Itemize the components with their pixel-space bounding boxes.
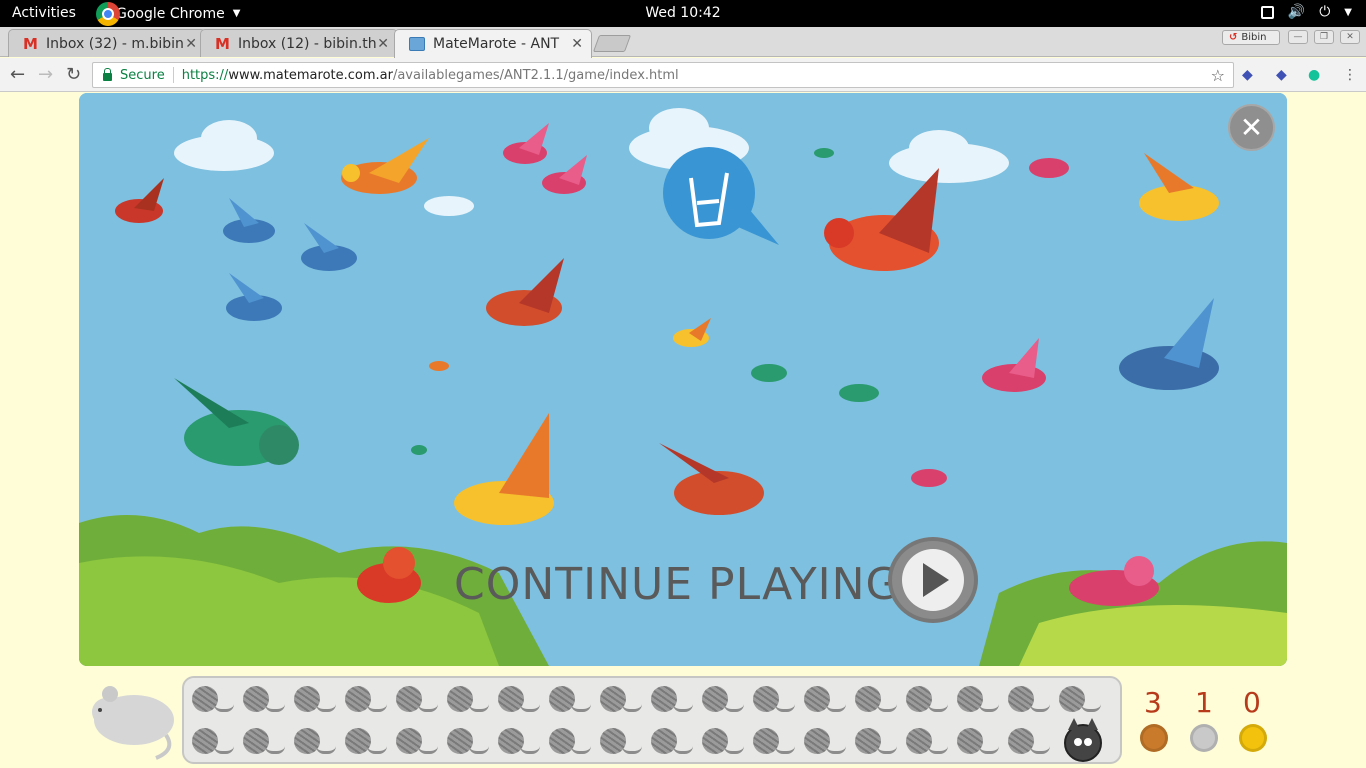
yarn-ball-icon — [345, 686, 387, 716]
yarn-ball-icon — [549, 728, 591, 758]
yarn-ball-icon — [804, 686, 846, 716]
cat-icon — [1064, 718, 1102, 762]
profile-button[interactable]: ↺ Bibin — [1222, 30, 1280, 45]
score-bronze: 3 — [1144, 686, 1162, 719]
play-button[interactable] — [888, 537, 978, 623]
yarn-ball-icon — [549, 686, 591, 716]
yarn-ball-icon — [957, 686, 999, 716]
yarn-ball-icon — [753, 686, 795, 716]
gmail-icon: M — [23, 34, 38, 53]
url-scheme: https:// — [181, 67, 229, 83]
yarn-ball-icon — [651, 728, 693, 758]
new-tab-button[interactable] — [592, 35, 632, 52]
yarn-row-1 — [192, 686, 1101, 716]
back-arrow-icon[interactable]: ← — [10, 64, 25, 85]
minimize-button[interactable]: — — [1288, 30, 1308, 44]
yarn-ball-icon — [396, 686, 438, 716]
yarn-ball-icon — [192, 686, 234, 716]
yarn-ball-icon — [855, 686, 897, 716]
forward-arrow-icon[interactable]: → — [38, 64, 53, 85]
secure-label: Secure — [120, 67, 165, 83]
bookmark-star-icon[interactable]: ☆ — [1211, 66, 1225, 85]
power-icon: ⏻ — [1319, 4, 1331, 20]
close-icon[interactable]: ✕ — [185, 36, 197, 52]
url-path: /availablegames/ANT2.1.1/game/index.html — [392, 67, 679, 83]
score-gold: 0 — [1243, 686, 1261, 719]
yarn-ball-icon — [447, 686, 489, 716]
close-icon: ✕ — [1239, 111, 1264, 144]
game-canvas[interactable]: ✕ CONTINUE PLAYING — [79, 93, 1287, 666]
clock[interactable]: Wed 10:42 — [0, 5, 1366, 21]
yarn-progress-track — [182, 676, 1122, 764]
tab-title: MateMarote - ANT — [433, 36, 560, 52]
yarn-ball-icon — [600, 686, 642, 716]
yarn-ball-icon — [906, 728, 948, 758]
yarn-ball-icon — [702, 686, 744, 716]
tab-inbox-2[interactable]: M Inbox (12) - bibin.th ✕ — [200, 29, 398, 57]
yarn-ball-icon — [294, 728, 336, 758]
profile-name: Bibin — [1241, 32, 1267, 43]
divider — [172, 67, 174, 83]
yarn-ball-icon — [243, 686, 285, 716]
play-icon — [902, 549, 964, 611]
close-game-button[interactable]: ✕ — [1228, 104, 1275, 151]
yarn-ball-icon — [600, 728, 642, 758]
menu-kebab-icon[interactable]: ⋮ — [1343, 67, 1357, 83]
system-tray[interactable]: 🔊 ⏻ ▼ — [1260, 4, 1352, 20]
silver-medal-icon — [1190, 724, 1218, 752]
gnome-top-bar: Activities Google Chrome ▼ Wed 10:42 🔊 ⏻… — [0, 0, 1366, 27]
tab-strip: M Inbox (32) - m.bibin ✕ M Inbox (12) - … — [0, 27, 1366, 58]
yarn-ball-icon — [753, 728, 795, 758]
tab-matemarote[interactable]: MateMarote - ANT ✕ — [394, 29, 592, 58]
yarn-ball-icon — [804, 728, 846, 758]
bronze-medal-icon — [1140, 724, 1168, 752]
cat-eye — [1074, 738, 1082, 746]
tab-title: Inbox (12) - bibin.th — [237, 35, 377, 52]
url-host: www.matemarote.com.ar — [228, 67, 393, 83]
yarn-ball-icon — [855, 728, 897, 758]
address-bar[interactable]: Secure https:// www.matemarote.com.ar /a… — [92, 62, 1234, 88]
yarn-ball-icon — [345, 728, 387, 758]
yarn-ball-icon — [906, 686, 948, 716]
window-close-button[interactable]: ✕ — [1340, 30, 1360, 44]
yarn-row-2 — [192, 728, 1050, 758]
yarn-ball-icon — [447, 728, 489, 758]
yarn-ball-icon — [1059, 686, 1101, 716]
yarn-ball-icon — [498, 728, 540, 758]
progress-area: 3 1 0 — [0, 668, 1366, 768]
gmail-icon: M — [215, 34, 230, 53]
yarn-ball-icon — [396, 728, 438, 758]
extension-mask-icon[interactable]: ◆ — [1242, 67, 1253, 83]
close-icon[interactable]: ✕ — [377, 36, 389, 52]
continue-playing-label[interactable]: CONTINUE PLAYING — [454, 559, 901, 610]
yarn-ball-icon — [243, 728, 285, 758]
matemarote-icon — [409, 37, 425, 51]
lock-icon — [103, 68, 112, 81]
tab-title: Inbox (32) - m.bibin — [45, 35, 184, 52]
yarn-ball-icon — [702, 728, 744, 758]
gold-medal-icon — [1239, 724, 1267, 752]
yarn-ball-icon — [498, 686, 540, 716]
tray-caret-icon: ▼ — [1344, 6, 1352, 18]
profile-icon: ↺ — [1229, 32, 1238, 43]
cat-eye — [1084, 738, 1092, 746]
grammarly-icon[interactable]: ● — [1308, 67, 1320, 83]
score-silver: 1 — [1195, 686, 1213, 719]
mouse-icon — [92, 686, 174, 760]
yarn-ball-icon — [651, 686, 693, 716]
yarn-ball-icon — [1008, 728, 1050, 758]
reload-icon[interactable]: ↻ — [66, 64, 81, 85]
window-icon — [1260, 5, 1274, 19]
yarn-ball-icon — [1008, 686, 1050, 716]
browser-toolbar: ← → ↻ Secure https:// www.matemarote.com… — [0, 58, 1366, 92]
maximize-button[interactable]: ❐ — [1314, 30, 1334, 44]
tab-inbox-1[interactable]: M Inbox (32) - m.bibin ✕ — [8, 29, 206, 57]
extension-mask-icon-2[interactable]: ◆ — [1276, 67, 1287, 83]
close-icon[interactable]: ✕ — [571, 36, 583, 52]
yarn-ball-icon — [192, 728, 234, 758]
volume-icon: 🔊 — [1287, 4, 1306, 20]
yarn-ball-icon — [294, 686, 336, 716]
yarn-ball-icon — [957, 728, 999, 758]
